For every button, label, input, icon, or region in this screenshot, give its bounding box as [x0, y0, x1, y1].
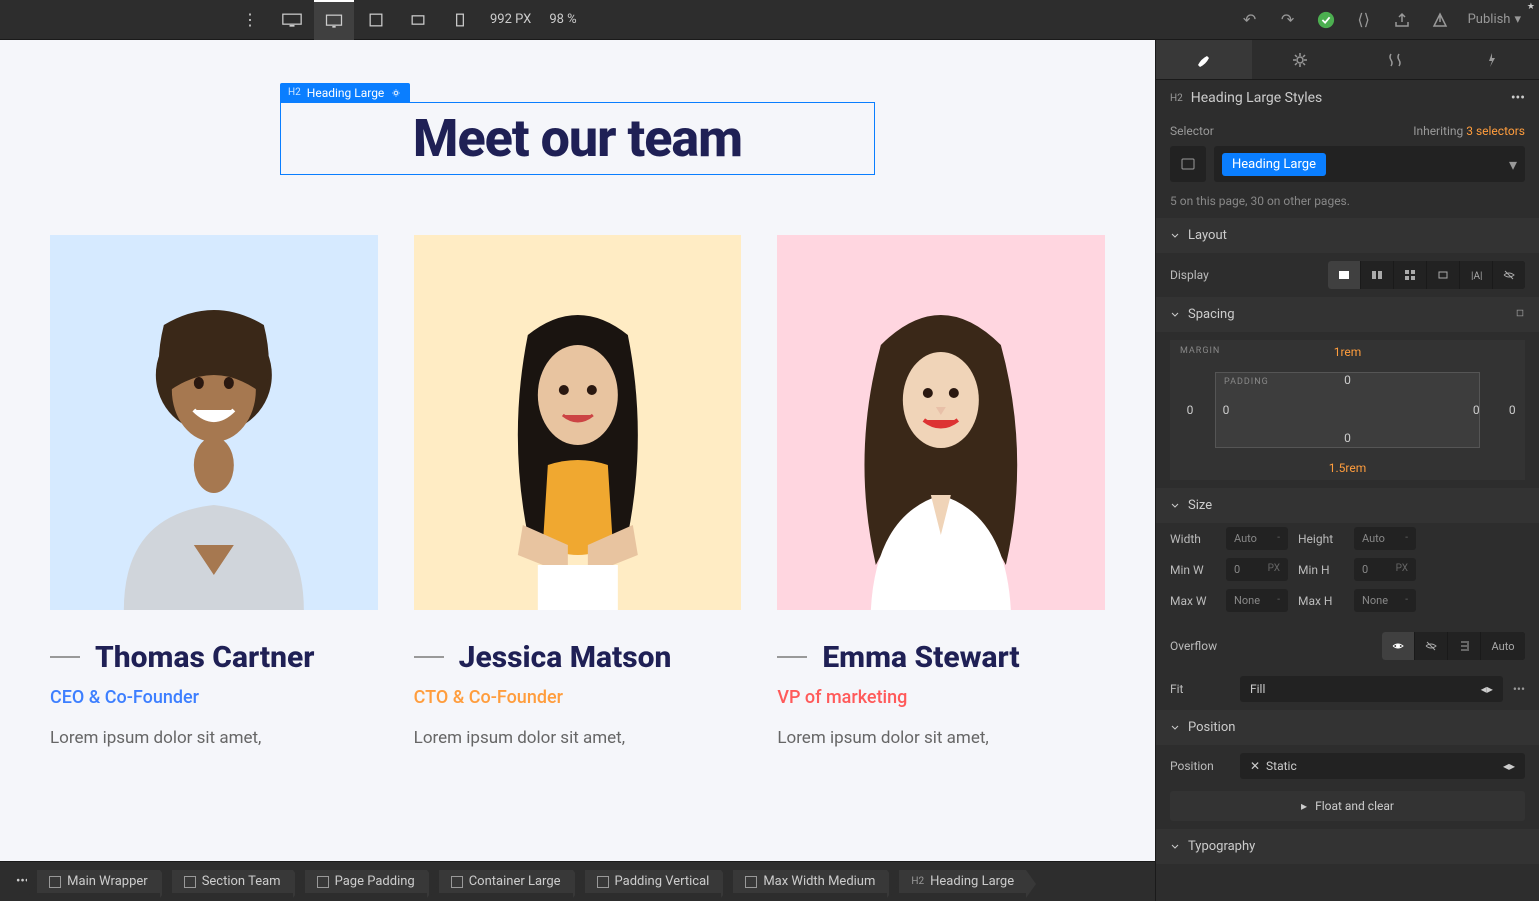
canvas-width[interactable]: 992 PX	[490, 12, 531, 27]
display-inline[interactable]: |A|	[1460, 261, 1492, 289]
member-desc: Lorem ipsum dolor sit amet,	[50, 728, 378, 748]
selector-input[interactable]: Heading Large ▾	[1214, 146, 1525, 182]
breadcrumb-item[interactable]: Main Wrapper	[37, 870, 160, 893]
member-desc: Lorem ipsum dolor sit amet,	[414, 728, 742, 748]
display-options: |A|	[1328, 261, 1525, 289]
width-input[interactable]: Auto-	[1226, 527, 1288, 550]
more-icon[interactable]: •••	[1511, 90, 1525, 106]
padding-right[interactable]: 0	[1473, 403, 1480, 417]
breadcrumb-bar: ••• Main Wrapper Section Team Page Paddi…	[0, 861, 1155, 901]
margin-bottom[interactable]: 1.5rem	[1329, 461, 1367, 475]
margin-top[interactable]: 1rem	[1334, 345, 1362, 359]
export-icon[interactable]	[1384, 0, 1420, 40]
tab-style[interactable]	[1156, 40, 1252, 79]
more-icon[interactable]: •••	[1513, 682, 1525, 696]
display-inline-block[interactable]	[1427, 261, 1459, 289]
minh-input[interactable]: 0PX	[1354, 558, 1416, 581]
display-none[interactable]	[1493, 261, 1525, 289]
selected-heading[interactable]: Meet our team	[280, 102, 875, 175]
more-icon[interactable]: ⋮	[230, 0, 270, 40]
selector-count: 5 on this page, 30 on other pages.	[1156, 190, 1539, 218]
margin-left[interactable]: 0	[1187, 403, 1194, 417]
heading-text: Meet our team	[291, 108, 864, 169]
tab-effects[interactable]	[1443, 40, 1539, 79]
overflow-options: Auto	[1382, 632, 1525, 660]
state-selector[interactable]	[1170, 146, 1206, 182]
breakpoint-mobile[interactable]	[440, 0, 480, 40]
redo-icon[interactable]: ↷	[1270, 0, 1306, 40]
section-layout[interactable]: Layout	[1156, 218, 1539, 253]
display-grid[interactable]	[1394, 261, 1426, 289]
maxh-input[interactable]: None-	[1354, 589, 1416, 612]
chevron-down-icon[interactable]: ▾	[1509, 155, 1517, 174]
team-photo	[414, 235, 742, 610]
section-position[interactable]: Position	[1156, 710, 1539, 745]
float-clear-button[interactable]: ▸ Float and clear	[1170, 791, 1525, 821]
panel-header: H2 Heading Large Styles •••	[1156, 80, 1539, 116]
team-photo	[777, 235, 1105, 610]
team-card[interactable]: Jessica Matson CTO & Co-Founder Lorem ip…	[414, 235, 742, 748]
status-ok-icon[interactable]	[1308, 0, 1344, 40]
selector-label: Selector	[1170, 124, 1214, 138]
section-size[interactable]: Size	[1156, 488, 1539, 523]
member-desc: Lorem ipsum dolor sit amet,	[777, 728, 1105, 748]
team-photo	[50, 235, 378, 610]
breadcrumb-item[interactable]: Page Padding	[305, 870, 427, 893]
overflow-visible[interactable]	[1382, 632, 1414, 660]
publish-button[interactable]: Publish ▾	[1460, 12, 1529, 27]
svg-text:|A|: |A|	[1471, 271, 1482, 282]
position-select[interactable]: ✕ Static◂▸	[1240, 753, 1525, 779]
inheriting-link[interactable]: 3 selectors	[1466, 124, 1525, 138]
minw-input[interactable]: 0PX	[1226, 558, 1288, 581]
breadcrumb-item[interactable]: Container Large	[439, 870, 573, 893]
display-flex[interactable]	[1361, 261, 1393, 289]
breakpoint-desktop[interactable]: ★	[314, 0, 354, 40]
breadcrumb-item[interactable]: Padding Vertical	[585, 870, 722, 893]
breadcrumb-item[interactable]: Max Width Medium	[733, 870, 887, 893]
overflow-hidden[interactable]	[1415, 632, 1447, 660]
gear-icon[interactable]	[390, 87, 402, 99]
tab-settings[interactable]	[1252, 40, 1348, 79]
display-block[interactable]	[1328, 261, 1360, 289]
member-name: Thomas Cartner	[95, 640, 314, 675]
member-role: CTO & Co-Founder	[414, 687, 742, 708]
margin-right[interactable]: 0	[1509, 403, 1516, 417]
style-sidebar: H2 Heading Large Styles ••• Selector Inh…	[1155, 40, 1539, 901]
padding-bottom[interactable]: 0	[1344, 431, 1351, 445]
canvas-zoom[interactable]: 98 %	[549, 12, 576, 27]
selection-tag[interactable]: H2 Heading Large	[280, 83, 410, 103]
team-card[interactable]: Thomas Cartner CEO & Co-Founder Lorem ip…	[50, 235, 378, 748]
breakpoint-mobile-landscape[interactable]	[398, 0, 438, 40]
member-name: Jessica Matson	[459, 640, 672, 675]
overflow-scroll[interactable]	[1448, 632, 1480, 660]
section-spacing[interactable]: Spacing	[1156, 297, 1539, 332]
selector-chip[interactable]: Heading Large	[1222, 153, 1326, 176]
design-canvas[interactable]: H2 Heading Large Meet our team Thomas C	[0, 40, 1155, 861]
spacing-editor[interactable]: MARGIN PADDING 1rem 1.5rem 0 0 0 0 0 0	[1170, 340, 1525, 480]
audit-icon[interactable]	[1422, 0, 1458, 40]
breakpoint-tablet[interactable]	[356, 0, 396, 40]
code-icon[interactable]: ⟨⟩	[1346, 0, 1382, 40]
fit-select[interactable]: Fill◂▸	[1240, 676, 1503, 702]
top-toolbar: ⋮ ★ 992 PX 98 % ↶ ↷ ⟨⟩ Publish ▾	[0, 0, 1539, 40]
spacing-expand-icon[interactable]	[1515, 307, 1525, 322]
member-role: VP of marketing	[777, 687, 1105, 708]
breadcrumb-item[interactable]: Section Team	[172, 870, 293, 893]
breakpoint-desktop-large[interactable]	[272, 0, 312, 40]
overflow-auto[interactable]: Auto	[1481, 632, 1525, 660]
breadcrumb-item[interactable]: H2Heading Large	[899, 870, 1026, 893]
padding-left[interactable]: 0	[1223, 403, 1230, 417]
undo-icon[interactable]: ↶	[1232, 0, 1268, 40]
team-card[interactable]: Emma Stewart VP of marketing Lorem ipsum…	[777, 235, 1105, 748]
padding-top[interactable]: 0	[1344, 373, 1351, 387]
tab-interactions[interactable]	[1348, 40, 1444, 79]
member-name: Emma Stewart	[822, 640, 1019, 675]
section-typography[interactable]: Typography	[1156, 829, 1539, 864]
maxw-input[interactable]: None-	[1226, 589, 1288, 612]
member-role: CEO & Co-Founder	[50, 687, 378, 708]
height-input[interactable]: Auto-	[1354, 527, 1416, 550]
